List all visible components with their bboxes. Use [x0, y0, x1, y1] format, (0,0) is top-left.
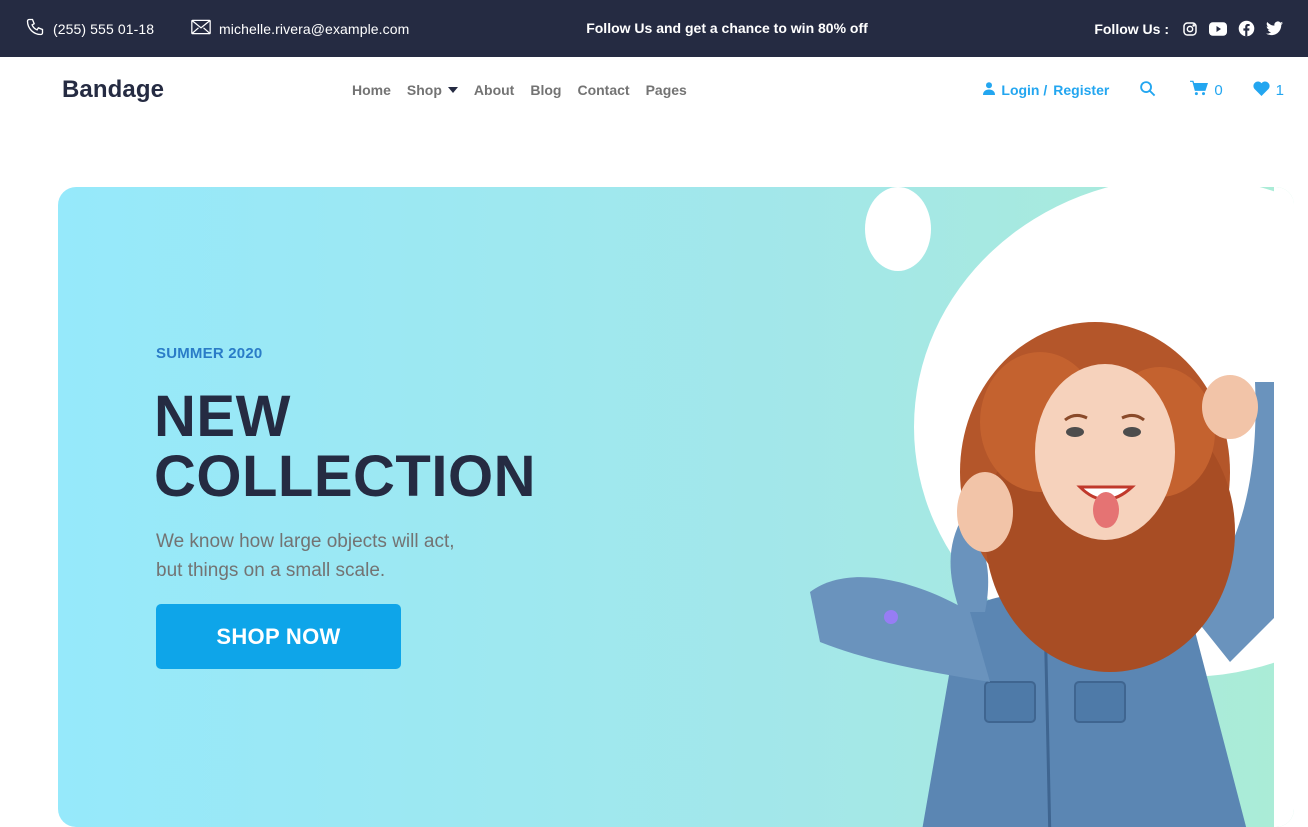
- hero-banner: SUMMER 2020 NEW COLLECTION We know how l…: [58, 187, 1294, 827]
- heart-icon: [1253, 80, 1270, 100]
- nav-shop-label: Shop: [406, 82, 442, 98]
- cart-icon: [1190, 80, 1209, 100]
- wishlist-button[interactable]: 1: [1253, 80, 1284, 100]
- follow-label: Follow Us :: [1094, 20, 1169, 37]
- cart-button[interactable]: 0: [1190, 80, 1223, 100]
- nav-home[interactable]: Home: [352, 82, 391, 98]
- hero-edge: [1274, 187, 1294, 827]
- instagram-icon[interactable]: [1181, 20, 1199, 38]
- shop-now-button[interactable]: SHOP NOW: [156, 604, 401, 669]
- nav-contact[interactable]: Contact: [577, 82, 629, 98]
- nav-shop[interactable]: Shop: [407, 82, 458, 98]
- decorative-dot: [884, 610, 898, 624]
- email-contact[interactable]: michelle.rivera@example.com: [191, 0, 409, 57]
- login-link[interactable]: Login /: [1001, 82, 1047, 98]
- cart-count: 0: [1214, 81, 1223, 99]
- top-bar: (255) 555 01-18 michelle.rivera@example.…: [0, 0, 1308, 57]
- decorative-oval: [865, 187, 931, 271]
- email-address: michelle.rivera@example.com: [219, 20, 410, 37]
- hero-description-line1: We know how large objects will act,: [156, 531, 455, 552]
- main-navbar: Bandage Home Shop About Blog Contact Pag…: [0, 57, 1308, 123]
- phone-contact[interactable]: (255) 555 01-18: [25, 0, 154, 57]
- facebook-icon[interactable]: [1237, 20, 1255, 38]
- nav-actions: Login / Register 0 1: [983, 57, 1284, 123]
- search-button[interactable]: [1139, 80, 1156, 101]
- nav-blog[interactable]: Blog: [530, 82, 561, 98]
- register-link[interactable]: Register: [1053, 82, 1109, 98]
- login-register: Login / Register: [983, 82, 1109, 98]
- phone-number: (255) 555 01-18: [53, 20, 155, 37]
- mail-icon: [191, 19, 219, 38]
- caret-down-icon: [447, 87, 458, 93]
- model-photo: [810, 322, 1280, 827]
- brand-logo[interactable]: Bandage: [62, 57, 164, 123]
- hero-title-line2: COLLECTION: [154, 444, 536, 509]
- search-icon: [1139, 80, 1156, 101]
- youtube-icon[interactable]: [1209, 20, 1227, 38]
- user-icon: [983, 82, 996, 98]
- nav-about[interactable]: About: [474, 82, 514, 98]
- nav-pages[interactable]: Pages: [646, 82, 687, 98]
- main-menu: Home Shop About Blog Contact Pages: [352, 57, 687, 123]
- twitter-icon[interactable]: [1265, 20, 1283, 38]
- hero-description-line2: but things on a small scale.: [156, 560, 386, 581]
- phone-icon: [25, 17, 53, 40]
- hero-description: We know how large objects will act, but …: [156, 527, 516, 585]
- social-follow: Follow Us :: [1094, 0, 1283, 57]
- wishlist-count: 1: [1275, 81, 1284, 99]
- hero-title: NEW COLLECTION: [154, 387, 536, 507]
- hero-title-line1: NEW: [154, 384, 291, 449]
- hero-kicker: SUMMER 2020: [156, 345, 263, 362]
